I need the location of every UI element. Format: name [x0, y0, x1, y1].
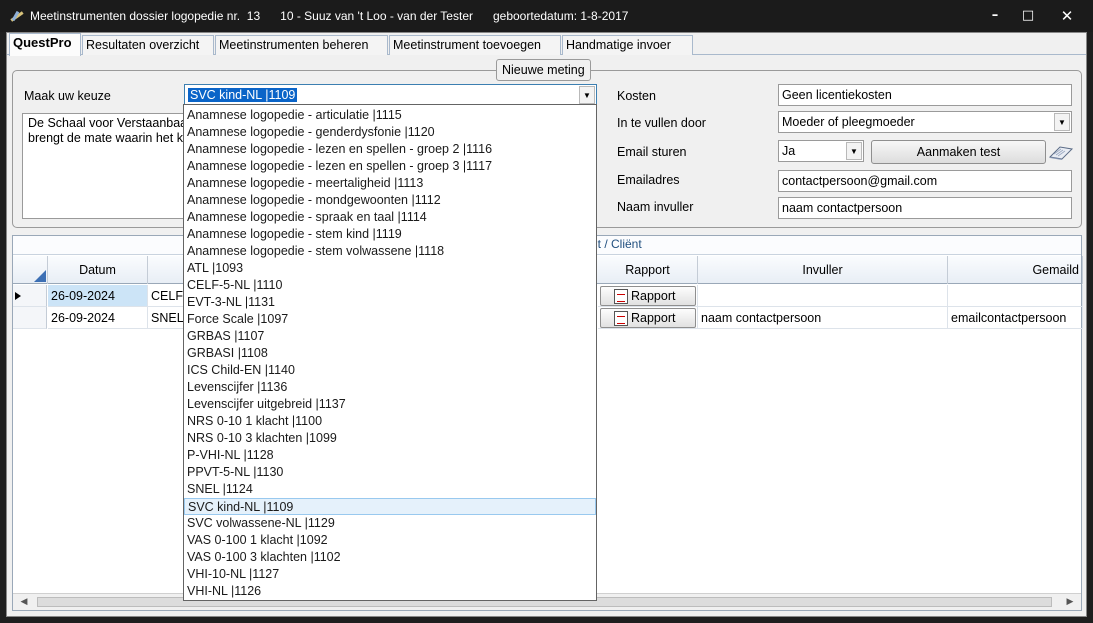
- email-send-combo[interactable]: Ja ▼: [778, 140, 864, 162]
- dropdown-option[interactable]: Levenscijfer |1136: [184, 379, 596, 396]
- name-field[interactable]: naam contactpersoon: [778, 197, 1072, 219]
- cell-invuller[interactable]: naam contactpersoon: [698, 307, 948, 329]
- sort-corner-icon: [34, 270, 46, 282]
- filled-by-value: Moeder of pleegmoeder: [782, 115, 915, 129]
- select-all-corner[interactable]: [13, 256, 48, 284]
- dropdown-option[interactable]: Anamnese logopedie - stem kind |1119: [184, 226, 596, 243]
- filled-by-label: In te vullen door: [617, 116, 706, 130]
- tab-meetinstrumenten-beheren[interactable]: Meetinstrumenten beheren: [215, 35, 388, 55]
- costs-label: Kosten: [617, 89, 656, 103]
- tab-meetinstrument-toevoegen[interactable]: Meetinstrument toevoegen: [389, 35, 561, 55]
- dropdown-option[interactable]: VAS 0-100 3 klachten |1102: [184, 549, 596, 566]
- dropdown-option[interactable]: Anamnese logopedie - mondgewoonten |1112: [184, 192, 596, 209]
- dropdown-option[interactable]: SVC volwassene-NL |1129: [184, 515, 596, 532]
- dropdown-option[interactable]: NRS 0-10 3 klachten |1099: [184, 430, 596, 447]
- grid-caption: nt / Cliënt: [591, 237, 642, 251]
- tab-questpro[interactable]: QuestPro: [9, 33, 81, 56]
- dropdown-option[interactable]: VHI-NL |1126: [184, 583, 596, 600]
- title-bar: Meetinstrumenten dossier logopedie nr. 1…: [0, 0, 1093, 32]
- tab-handmatige-invoer[interactable]: Handmatige invoer: [562, 35, 693, 55]
- dropdown-option[interactable]: Levenscijfer uitgebreid |1137: [184, 396, 596, 413]
- filled-by-combo[interactable]: Moeder of pleegmoeder ▼: [778, 111, 1072, 133]
- dropdown-option[interactable]: EVT-3-NL |1131: [184, 294, 596, 311]
- rapport-button-label: Rapport: [631, 311, 676, 325]
- rapport-button[interactable]: Rapport: [600, 308, 696, 328]
- dropdown-option[interactable]: ATL |1093: [184, 260, 596, 277]
- dropdown-option[interactable]: CELF-5-NL |1110: [184, 277, 596, 294]
- minimize-icon[interactable]: –: [980, 6, 1010, 26]
- rapport-button-label: Rapport: [631, 289, 676, 303]
- instrument-dropdown-list[interactable]: Anamnese logopedie - articulatie |1115 An…: [183, 104, 597, 601]
- dropdown-option[interactable]: SNEL |1124: [184, 481, 596, 498]
- create-test-button[interactable]: Aanmaken test: [871, 140, 1046, 164]
- chevron-down-icon[interactable]: ▼: [579, 86, 595, 104]
- column-header-gemaild[interactable]: Gemaild: [948, 256, 1083, 284]
- description-line: De Schaal voor Verstaanbaarheid in de Co…: [28, 116, 186, 130]
- tab-strip: QuestPro Resultaten overzicht Meetinstru…: [7, 33, 1086, 56]
- cell-invuller[interactable]: [698, 285, 948, 307]
- group-legend: Nieuwe meting: [496, 59, 591, 81]
- dropdown-option[interactable]: ICS Child-EN |1140: [184, 362, 596, 379]
- dropdown-option[interactable]: P-VHI-NL |1128: [184, 447, 596, 464]
- dropdown-option[interactable]: SVC kind-NL |1109: [184, 498, 596, 515]
- dropdown-option[interactable]: GRBASI |1108: [184, 345, 596, 362]
- pdf-icon: [614, 289, 628, 304]
- rapport-button[interactable]: Rapport: [600, 286, 696, 306]
- dropdown-option[interactable]: VAS 0-100 1 klacht |1092: [184, 532, 596, 549]
- dropdown-option[interactable]: Anamnese logopedie - lezen en spellen - …: [184, 158, 596, 175]
- instrument-combo[interactable]: SVC kind-NL |1109 ▼: [184, 84, 597, 106]
- description-line: brengt de mate waarin het kind verstaan …: [28, 131, 186, 145]
- cell-gemaild[interactable]: emailcontactpersoon: [948, 307, 1083, 329]
- book-icon[interactable]: [1048, 143, 1074, 161]
- dropdown-option[interactable]: NRS 0-10 1 klacht |1100: [184, 413, 596, 430]
- instrument-description: De Schaal voor Verstaanbaarheid in de Co…: [22, 113, 192, 219]
- dropdown-option[interactable]: Anamnese logopedie - stem volwassene |11…: [184, 243, 596, 260]
- dropdown-option[interactable]: Anamnese logopedie - genderdysfonie |112…: [184, 124, 596, 141]
- column-header-invuller[interactable]: Invuller: [698, 256, 948, 284]
- choice-label: Maak uw keuze: [24, 89, 111, 103]
- cell-datum[interactable]: 26-09-2024: [48, 307, 148, 329]
- scroll-left-icon[interactable]: ◀: [17, 595, 31, 609]
- email-field[interactable]: contactpersoon@gmail.com: [778, 170, 1072, 192]
- current-row-icon: [15, 292, 21, 300]
- dropdown-option[interactable]: GRBAS |1107: [184, 328, 596, 345]
- row-selector[interactable]: [13, 307, 47, 329]
- instrument-combo-value: SVC kind-NL |1109: [188, 88, 298, 102]
- maximize-icon[interactable]: □: [1013, 6, 1043, 26]
- scroll-right-icon[interactable]: ▶: [1063, 595, 1077, 609]
- cell-rapport: Rapport: [598, 285, 698, 307]
- row-selector[interactable]: [13, 285, 47, 307]
- dropdown-option[interactable]: Anamnese logopedie - lezen en spellen - …: [184, 141, 596, 158]
- app-pen-icon: [9, 8, 25, 24]
- chevron-down-icon[interactable]: ▼: [1054, 113, 1070, 131]
- dropdown-option[interactable]: VHI-10-NL |1127: [184, 566, 596, 583]
- tab-resultaten-overzicht[interactable]: Resultaten overzicht: [82, 35, 214, 55]
- name-label: Naam invuller: [617, 200, 694, 214]
- close-icon[interactable]: ✕: [1052, 6, 1082, 26]
- window-title: Meetinstrumenten dossier logopedie nr. 1…: [30, 9, 629, 23]
- dropdown-option[interactable]: Anamnese logopedie - meertaligheid |1113: [184, 175, 596, 192]
- cell-rapport: Rapport: [598, 307, 698, 329]
- dropdown-option[interactable]: Anamnese logopedie - articulatie |1115: [184, 107, 596, 124]
- costs-field[interactable]: Geen licentiekosten: [778, 84, 1072, 106]
- dropdown-option[interactable]: PPVT-5-NL |1130: [184, 464, 596, 481]
- column-header-datum[interactable]: Datum: [48, 256, 148, 284]
- email-label: Emailadres: [617, 173, 680, 187]
- cell-datum[interactable]: 26-09-2024: [48, 285, 148, 307]
- chevron-down-icon[interactable]: ▼: [846, 142, 862, 160]
- dropdown-option[interactable]: Force Scale |1097: [184, 311, 596, 328]
- column-header-rapport[interactable]: Rapport: [598, 256, 698, 284]
- cell-gemaild[interactable]: [948, 285, 1083, 307]
- pdf-icon: [614, 311, 628, 326]
- dropdown-option[interactable]: Anamnese logopedie - spraak en taal |111…: [184, 209, 596, 226]
- email-send-label: Email sturen: [617, 145, 687, 159]
- email-send-value: Ja: [782, 144, 796, 158]
